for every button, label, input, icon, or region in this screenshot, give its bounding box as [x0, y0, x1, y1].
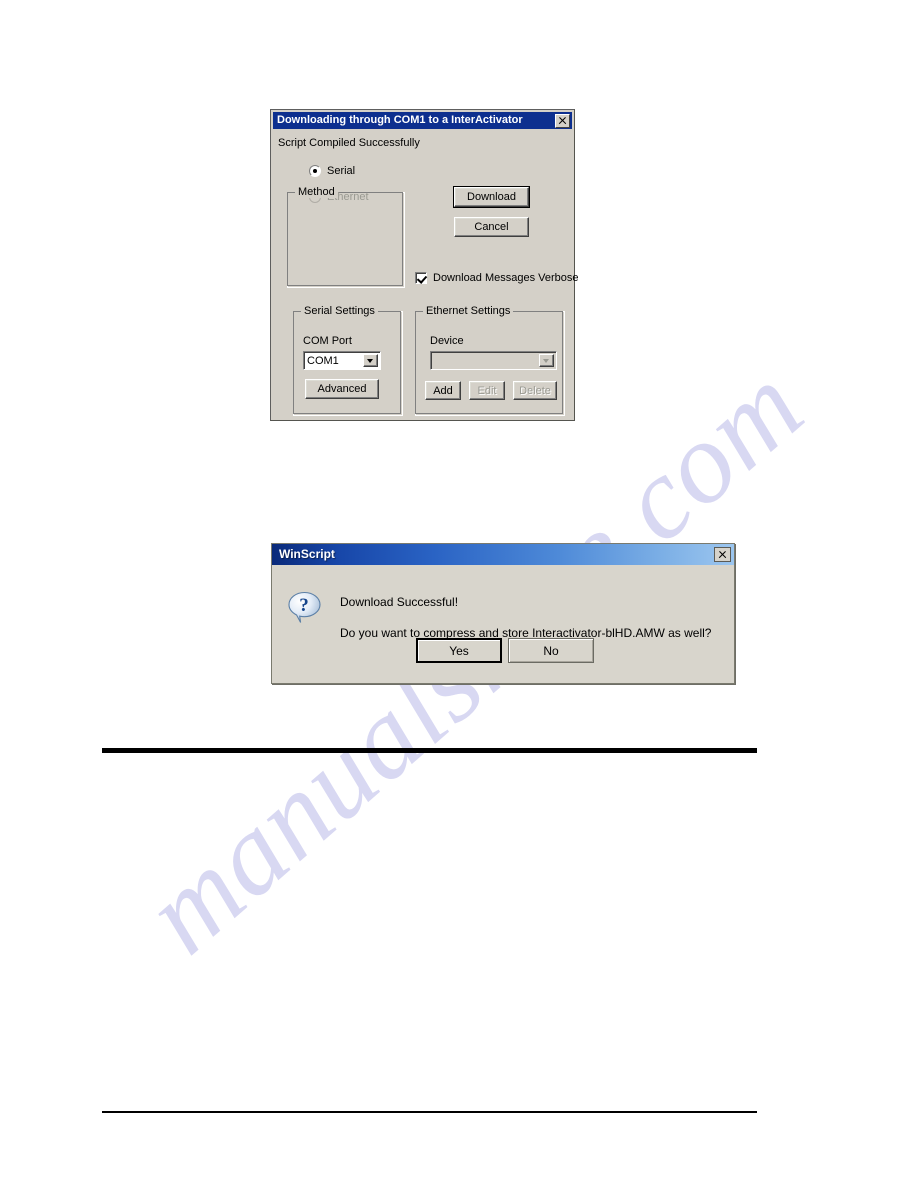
question-balloon-icon: ? [288, 591, 321, 623]
device-label: Device [430, 335, 464, 347]
radio-serial-label: Serial [327, 165, 356, 177]
device-select [430, 351, 557, 370]
svg-text:?: ? [299, 595, 309, 616]
page-rule-thick [102, 748, 757, 753]
yes-button[interactable]: Yes [416, 638, 502, 663]
com-port-select[interactable]: COM1 [303, 351, 381, 370]
download-messages-verbose-checkbox[interactable]: Download Messages Verbose [415, 272, 579, 284]
close-icon[interactable] [555, 113, 570, 128]
page-rule-thin [102, 1111, 757, 1113]
download-dialog-body: Script Compiled Successfully Method Seri… [273, 129, 579, 418]
ethernet-settings-groupbox-label: Ethernet Settings [423, 305, 514, 317]
download-button[interactable]: Download [453, 186, 530, 208]
winscript-dialog-body: ? Download Successful! Do you want to co… [272, 565, 734, 683]
checkmark-icon [415, 272, 427, 284]
method-groupbox-label: Method [295, 186, 338, 198]
method-groupbox: Method [287, 186, 405, 288]
radio-method-serial[interactable]: Serial [309, 165, 355, 177]
radio-serial-icon [309, 165, 321, 177]
add-device-button[interactable]: Add [425, 381, 461, 400]
winscript-dialog-title: WinScript [279, 547, 335, 561]
cancel-button[interactable]: Cancel [454, 217, 529, 237]
no-button[interactable]: No [508, 638, 594, 663]
com-port-value: COM1 [307, 354, 339, 367]
serial-settings-groupbox-label: Serial Settings [301, 305, 378, 317]
advanced-button[interactable]: Advanced [305, 379, 379, 399]
winscript-dialog: WinScript ? Download Successful! Do you … [271, 543, 735, 684]
winscript-message-line-1: Download Successful! [340, 595, 459, 609]
download-dialog-titlebar: Downloading through COM1 to a InterActiv… [273, 112, 572, 129]
download-messages-verbose-label: Download Messages Verbose [433, 272, 579, 284]
delete-device-button: Delete [513, 381, 557, 400]
download-dialog: Downloading through COM1 to a InterActiv… [270, 109, 579, 421]
winscript-dialog-titlebar: WinScript [272, 544, 734, 565]
com-port-label: COM Port [303, 335, 352, 347]
close-icon[interactable] [714, 547, 731, 562]
chevron-down-icon [539, 354, 554, 367]
edit-device-button: Edit [469, 381, 505, 400]
chevron-down-icon[interactable] [363, 354, 378, 367]
download-dialog-title: Downloading through COM1 to a InterActiv… [277, 114, 523, 126]
compile-status-text: Script Compiled Successfully [278, 137, 420, 149]
